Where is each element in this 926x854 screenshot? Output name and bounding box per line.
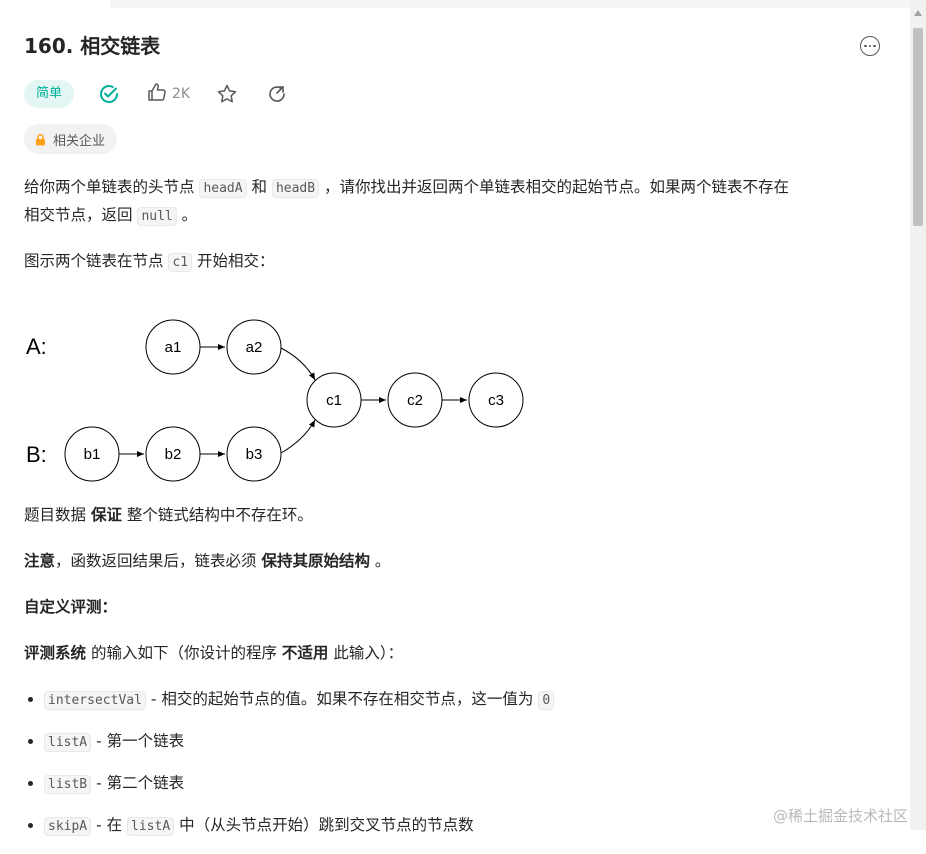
node-label-a2: a2 — [246, 339, 263, 356]
note-attention: 注意，函数返回结果后，链表必须 保持其原始结构 。 — [24, 548, 890, 575]
code-zero: 0 — [538, 691, 555, 710]
list-item: listA - 第一个链表 — [44, 728, 890, 756]
list-item: skipA - 在 listA 中（从头节点开始）跳到交叉节点的节点数 — [44, 812, 890, 840]
list-item: intersectVal - 相交的起始节点的值。如果不存在相交节点，这一值为 … — [44, 686, 890, 714]
problem-title: 160. 相交链表 — [24, 34, 161, 58]
like-count: 2K — [172, 86, 191, 102]
node-label-b3: b3 — [246, 446, 263, 463]
desc-text: 图示两个链表在节点 — [24, 252, 169, 270]
more-icon[interactable] — [860, 36, 880, 56]
note-text: 。 — [369, 552, 391, 570]
node-label-b1: b1 — [84, 446, 101, 463]
code-listA: listA — [127, 817, 175, 836]
note-text: 此输入）： — [328, 644, 404, 662]
node-label-b2: b2 — [165, 446, 182, 463]
list-item-text: 中（从头节点开始）跳到交叉节点的节点数 — [174, 816, 474, 834]
lock-icon — [34, 133, 47, 146]
code-listB: listB — [44, 775, 92, 794]
code-headB: headB — [271, 179, 320, 198]
company-tag-button[interactable]: 相关企业 — [24, 124, 118, 154]
like-button[interactable]: 2K — [146, 81, 190, 107]
scroll-thumb[interactable] — [913, 28, 923, 226]
code-headA: headA — [199, 179, 247, 198]
meta-row: 简单 2K — [24, 80, 314, 108]
note-bold: 注意 — [24, 552, 56, 570]
note-bold: 保持其原始结构 — [261, 552, 370, 570]
code-intersectVal: intersectVal — [44, 691, 146, 710]
note-bold: 保证 — [90, 506, 122, 524]
diagram-label-b: B: — [26, 442, 47, 467]
note-custom-judge: 自定义评测： — [24, 594, 890, 621]
problem-content: 160. 相交链表 简单 2K 相关企业 给你两个单链表的头节点 headA 和… — [24, 28, 890, 836]
scroll-up-arrow[interactable] — [914, 10, 922, 16]
edge-a2-c1 — [280, 347, 316, 381]
edge-b3-c1 — [280, 419, 316, 454]
input-list: intersectVal - 相交的起始节点的值。如果不存在相交节点，这一值为 … — [24, 686, 890, 840]
thumbs-up-icon — [146, 81, 168, 107]
desc-text: ，请你找出并返回两个单链表相交的起始节点。如果两个链表不存在 — [319, 178, 790, 196]
note-bold: 不适用 — [281, 644, 329, 662]
node-label-a1: a1 — [165, 339, 182, 356]
desc-text: 和 — [246, 178, 272, 196]
desc-paragraph-1: 给你两个单链表的头节点 headA 和 headB ，请你找出并返回两个单链表相… — [24, 174, 890, 230]
diagram-label-a: A: — [26, 334, 47, 359]
note-guarantee: 题目数据 保证 整个链式结构中不存在环。 — [24, 502, 890, 529]
company-tag-label: 相关企业 — [53, 133, 106, 149]
list-item: listB - 第二个链表 — [44, 770, 890, 798]
node-label-c3: c3 — [488, 392, 504, 409]
list-item-text: - 在 — [91, 816, 128, 834]
note-bold: 自定义评测： — [24, 598, 118, 616]
note-text: ，函数返回结果后，链表必须 — [55, 552, 262, 570]
desc-text: 相交节点，返回 — [24, 206, 138, 224]
code-null: null — [137, 207, 177, 226]
note-text: 的输入如下（你设计的程序 — [86, 644, 282, 662]
note-judge-input: 评测系统 的输入如下（你设计的程序 不适用 此输入）： — [24, 640, 890, 667]
code-listA: listA — [44, 733, 92, 752]
note-text: 整个链式结构中不存在环。 — [121, 506, 313, 524]
star-icon[interactable] — [214, 81, 240, 107]
scrollbar[interactable] — [910, 0, 926, 830]
note-bold: 评测系统 — [24, 644, 87, 662]
code-c1: c1 — [168, 253, 193, 272]
problem-description: 给你两个单链表的头节点 headA 和 headB ，请你找出并返回两个单链表相… — [24, 174, 890, 276]
node-label-c1: c1 — [326, 392, 342, 409]
top-bar — [110, 0, 910, 8]
note-text: 题目数据 — [24, 506, 91, 524]
linked-list-diagram: A: B: a1 a2 b1 b2 b3 c1 c2 c3 — [26, 319, 524, 482]
list-item-text: - 第一个链表 — [91, 732, 185, 750]
share-icon[interactable] — [264, 81, 290, 107]
watermark: @稀土掘金技术社区 — [772, 807, 908, 825]
problem-notes: 题目数据 保证 整个链式结构中不存在环。 注意，函数返回结果后，链表必须 保持其… — [24, 502, 890, 854]
code-skipA: skipA — [44, 817, 92, 836]
difficulty-badge: 简单 — [24, 80, 75, 108]
check-circle-icon — [96, 81, 122, 107]
desc-text: 给你两个单链表的头节点 — [24, 178, 200, 196]
list-item-text: - 相交的起始节点的值。如果不存在相交节点，这一值为 — [145, 690, 539, 708]
desc-text: 开始相交： — [192, 252, 275, 270]
node-label-c2: c2 — [407, 392, 423, 409]
desc-paragraph-2: 图示两个链表在节点 c1 开始相交： — [24, 248, 890, 276]
desc-text: 。 — [176, 206, 198, 224]
list-item-text: - 第二个链表 — [91, 774, 185, 792]
